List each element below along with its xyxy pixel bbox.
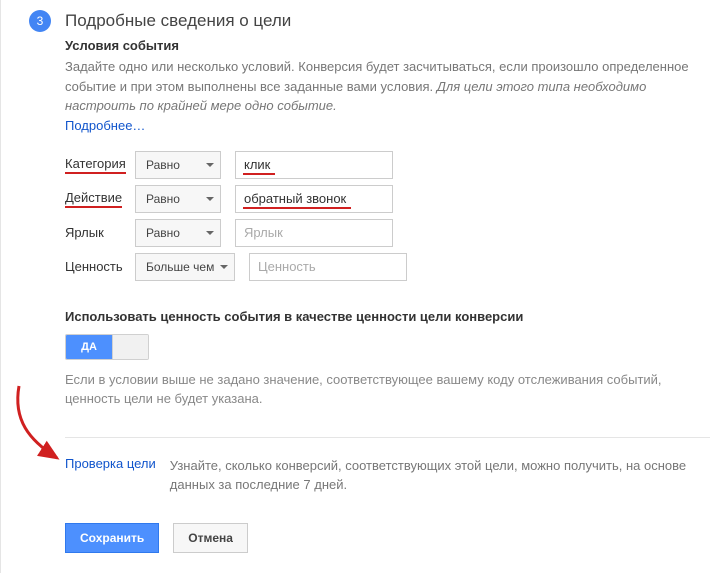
value-operator-select[interactable]: Больше чем	[135, 253, 235, 281]
value-value-input[interactable]	[249, 253, 407, 281]
action-label: Действие	[65, 190, 135, 208]
use-event-value-note: Если в условии выше не задано значение, …	[65, 370, 710, 409]
learn-more-link[interactable]: Подробнее…	[65, 118, 145, 133]
action-operator-select[interactable]: Равно	[135, 185, 221, 213]
condition-row-value: Ценность Больше чем	[65, 253, 710, 281]
caret-down-icon	[220, 265, 228, 269]
label-operator-value: Равно	[146, 226, 180, 240]
verify-goal-link[interactable]: Проверка цели	[65, 456, 156, 471]
caret-down-icon	[206, 163, 214, 167]
use-event-value-toggle[interactable]: ДА	[65, 334, 149, 360]
section-divider	[65, 437, 710, 438]
event-conditions-description: Задайте одно или несколько условий. Конв…	[65, 57, 710, 116]
verify-goal-desc: Узнайте, сколько конверсий, соответствую…	[170, 456, 710, 495]
condition-row-action: Действие Равно	[65, 185, 710, 213]
caret-down-icon	[206, 197, 214, 201]
category-label: Категория	[65, 156, 135, 174]
condition-row-label: Ярлык Равно	[65, 219, 710, 247]
label-value-input[interactable]	[235, 219, 393, 247]
category-operator-select[interactable]: Равно	[135, 151, 221, 179]
use-event-value-title: Использовать ценность события в качестве…	[65, 309, 710, 324]
step-number-badge: 3	[29, 10, 51, 32]
condition-row-category: Категория Равно	[65, 151, 710, 179]
step-title: Подробные сведения о цели	[65, 11, 291, 31]
category-operator-value: Равно	[146, 158, 180, 172]
toggle-on-label: ДА	[66, 335, 112, 359]
event-conditions-subtitle: Условия события	[65, 38, 710, 53]
verify-goal-row: Проверка цели Узнайте, сколько конверсий…	[65, 456, 710, 495]
caret-down-icon	[206, 231, 214, 235]
label-operator-select[interactable]: Равно	[135, 219, 221, 247]
save-button[interactable]: Сохранить	[65, 523, 159, 553]
step-header: 3 Подробные сведения о цели	[1, 10, 728, 32]
value-operator-value: Больше чем	[146, 260, 214, 274]
value-label: Ценность	[65, 259, 135, 274]
label-label: Ярлык	[65, 225, 135, 240]
goal-details-panel: 3 Подробные сведения о цели Условия собы…	[0, 0, 728, 573]
action-operator-value: Равно	[146, 192, 180, 206]
toggle-off-segment	[112, 335, 148, 359]
action-buttons: Сохранить Отмена	[65, 523, 710, 553]
cancel-button[interactable]: Отмена	[173, 523, 248, 553]
